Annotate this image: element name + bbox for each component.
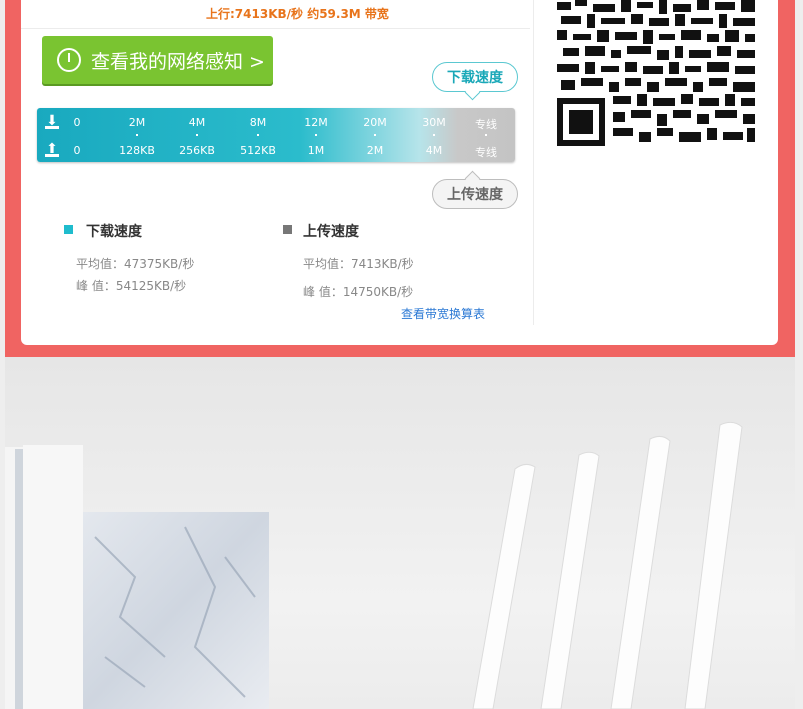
scale-label: 12M [304,116,328,129]
download-legend-swatch [64,225,73,234]
download-scale-row: ⬇ 0 2M 4M 8M 12M 20M 30M 专线 [37,113,515,133]
scale-tick [196,134,198,136]
download-peak: 峰 值：54125KB/秒 [76,279,187,293]
scale-tick [374,134,376,136]
upload-speed-bubble: 上传速度 [432,179,518,209]
scale-label: 128KB [119,144,155,157]
clock-icon [57,48,81,72]
scale-label: 2M [366,144,384,157]
scale-tick [136,134,138,136]
scale-label: 0 [73,116,81,129]
upload-icon: ⬆ [45,141,59,157]
scale-label: 4M [425,144,443,157]
qr-code-icon [557,0,757,148]
upload-legend-swatch [283,225,292,234]
download-legend-title: 下载速度 [86,224,142,240]
upload-peak: 峰 值：14750KB/秒 [303,285,414,299]
network-awareness-button[interactable]: 查看我的网络感知 > [42,36,273,84]
router-illustration [5,421,743,709]
scale-tick [433,134,435,136]
download-speed-bubble: 下载速度 [432,62,518,92]
scale-tick [257,134,259,136]
upload-summary: 上行:7413KB/秒 约59.3M 带宽 [206,7,389,21]
scale-label: 20M [363,116,387,129]
bandwidth-conversion-link[interactable]: 查看带宽换算表 [401,305,485,322]
download-icon: ⬇ [45,113,59,129]
scale-label: 8M [249,116,267,129]
scale-label: 256KB [179,144,215,157]
scale-label: 30M [422,116,446,129]
scale-label: 专线 [475,118,497,131]
scale-tick [315,134,317,136]
network-awareness-label: 查看我的网络感知 > [91,50,265,73]
scale-label: 512KB [240,144,276,157]
divider [21,28,530,29]
scale-label: 2M [128,116,146,129]
router-photo [5,357,795,709]
scale-label: 4M [188,116,206,129]
upload-scale-row: ⬆ 0 128KB 256KB 512KB 1M 2M 4M 专线 [37,141,515,161]
scale-label: 专线 [475,146,497,159]
scale-label: 0 [73,144,81,157]
divider-vertical [533,0,534,325]
upload-average: 平均值：7413KB/秒 [303,257,414,271]
scale-label: 1M [307,144,325,157]
scale-tick [485,134,487,136]
speed-scale: ⬇ 0 2M 4M 8M 12M 20M 30M 专线 ⬆ 0 128KB 25… [37,108,515,162]
download-average: 平均值：47375KB/秒 [76,257,195,271]
upload-legend-title: 上传速度 [303,224,359,240]
